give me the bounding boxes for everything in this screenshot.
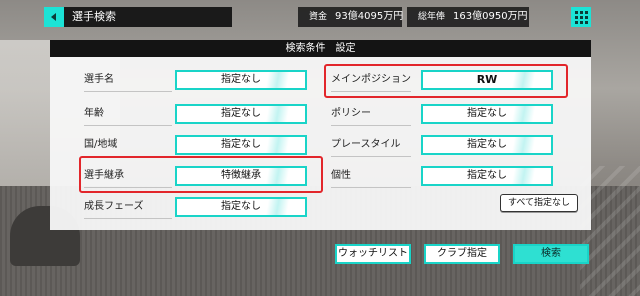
country-field[interactable]: 指定なし: [175, 135, 307, 155]
grid-menu-button[interactable]: [571, 7, 591, 27]
funds-value: 93億4095万円: [335, 11, 404, 22]
player-inherit-field[interactable]: 特徴継承: [175, 166, 307, 186]
country-label: 国/地域: [84, 135, 173, 157]
growth-phase-label: 成長フェーズ: [84, 197, 172, 219]
back-button[interactable]: [44, 7, 64, 27]
play-style-field[interactable]: 指定なし: [421, 135, 553, 155]
main-position-field[interactable]: RW: [421, 70, 553, 90]
personality-field[interactable]: 指定なし: [421, 166, 553, 186]
salary-label: 総年俸: [418, 12, 446, 22]
age-field[interactable]: 指定なし: [175, 104, 307, 124]
back-arrow-icon: [51, 13, 56, 21]
top-bar: 選手検索 資金 93億4095万円 総年俸 163億0950万円: [0, 0, 640, 34]
personality-label: 個性: [331, 166, 411, 188]
page-title: 選手検索: [64, 7, 232, 27]
growth-phase-field[interactable]: 指定なし: [175, 197, 307, 217]
panel-title: 検索条件 設定: [50, 40, 591, 57]
funds-label: 資金: [309, 12, 328, 22]
salary-display: 総年俸 163億0950万円: [407, 7, 529, 27]
watchlist-button[interactable]: ウォッチリスト: [335, 244, 411, 264]
reset-all-button[interactable]: すべて指定なし: [500, 194, 578, 212]
age-label: 年齢: [84, 104, 172, 126]
club-filter-button[interactable]: クラブ指定: [424, 244, 500, 264]
money-icon: [411, 12, 415, 22]
policy-label: ポリシー: [331, 104, 411, 126]
player-inherit-label: 選手継承: [84, 166, 172, 188]
funds-display: 資金 93億4095万円: [298, 7, 404, 27]
money-icon: [302, 12, 306, 22]
salary-value: 163億0950万円: [453, 11, 528, 22]
main-position-label: メインポジション: [331, 70, 411, 92]
search-button[interactable]: 検索: [513, 244, 589, 264]
policy-field[interactable]: 指定なし: [421, 104, 553, 124]
grid-menu-icon: [574, 10, 578, 14]
player-name-field[interactable]: 指定なし: [175, 70, 307, 90]
play-style-label: プレースタイル: [331, 135, 411, 157]
player-name-label: 選手名: [84, 70, 172, 92]
